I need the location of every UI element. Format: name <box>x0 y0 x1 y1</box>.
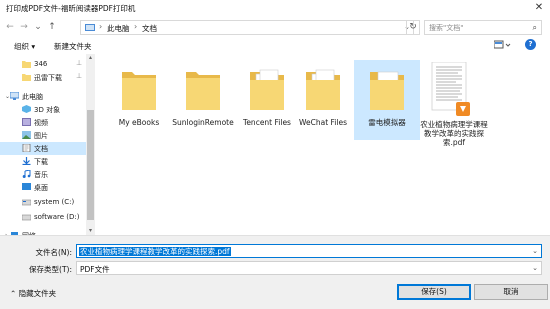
chevron-down-icon[interactable]: ⌄ <box>532 264 538 272</box>
sidebar-item-music[interactable]: 音乐 <box>0 168 86 181</box>
breadcrumb-separator: › <box>134 22 138 31</box>
sidebar-item-label: 3D 对象 <box>34 106 61 114</box>
drive-icon <box>22 214 31 221</box>
file-list: My eBooks SunloginRemote Tencent Files W… <box>96 54 548 236</box>
folder-icon <box>370 71 404 110</box>
pin-icon: ⊥ <box>76 72 83 80</box>
folder-item-leidian-emulator[interactable]: 雷电模拟器 <box>354 60 420 140</box>
scrollbar-thumb[interactable] <box>87 110 94 220</box>
hide-folders-label: 隐藏文件夹 <box>18 289 57 298</box>
title-bar: 打印成PDF文件-福昕阅读器PDF打印机 ✕ <box>0 0 550 17</box>
back-icon[interactable]: ← <box>4 21 16 34</box>
recent-locations-icon[interactable]: ⌄ <box>32 21 44 34</box>
folder-item-sunloginremote[interactable]: SunloginRemote <box>170 60 236 140</box>
sidebar-item-label: 文档 <box>34 145 48 153</box>
folder-icon <box>250 69 284 110</box>
help-icon[interactable]: ? <box>525 39 536 50</box>
breadcrumb-documents[interactable]: 文档 <box>142 23 157 34</box>
filetype-value: PDF文件 <box>80 265 110 274</box>
search-box[interactable]: ⌕ <box>424 20 542 35</box>
sidebar-item-label: software (D:) <box>34 213 80 221</box>
documents-icon <box>22 144 31 152</box>
pin-icon: ⊥ <box>76 59 83 67</box>
navigation-pane: 346 ⊥ 迅雷下载 ⊥ ⌄ 此电脑 3D 对象 视频 图片 文档 下载 音乐 … <box>0 54 96 236</box>
folder-icon <box>22 74 31 81</box>
sidebar-item-system-c[interactable]: system (C:) <box>0 196 86 209</box>
address-bar[interactable]: › 此电脑 › 文档 ⌄ <box>80 20 414 35</box>
download-icon <box>22 157 31 165</box>
item-name: WeChat Files <box>299 118 347 127</box>
sidebar-item-label: 桌面 <box>34 184 48 192</box>
filename-field[interactable]: 农业植物病理学课程教学改革的实践探索.pdf ⌄ <box>76 244 542 258</box>
sidebar-scrollbar[interactable]: ▴ ▾ <box>86 54 95 236</box>
sidebar-item-label: 346 <box>34 60 48 68</box>
item-name: 雷电模拟器 <box>368 118 406 127</box>
view-options-icon[interactable] <box>493 40 512 50</box>
sidebar-item-label: 图片 <box>34 132 48 140</box>
folder-icon <box>186 72 220 110</box>
window-title: 打印成PDF文件-福昕阅读器PDF打印机 <box>6 4 136 13</box>
breadcrumb-this-pc[interactable]: 此电脑 <box>107 23 130 34</box>
scroll-up-icon[interactable]: ▴ <box>86 54 95 63</box>
sidebar-item-desktop[interactable]: 桌面 <box>0 181 86 194</box>
drive-icon <box>22 199 31 206</box>
sidebar-item-label: 视频 <box>34 119 48 127</box>
sidebar-item-downloads[interactable]: 下载 <box>0 155 86 168</box>
sidebar-item-software-d[interactable]: software (D:) <box>0 211 86 224</box>
up-icon[interactable]: ↑ <box>46 21 58 34</box>
pdf-file-item[interactable]: 农业植物病理学课程教学改革的实践探索.pdf <box>418 60 490 147</box>
sidebar-item-label: system (C:) <box>34 198 75 206</box>
item-name: 农业植物病理学课程教学改革的实践探索.pdf <box>420 120 488 147</box>
breadcrumb-separator: › <box>99 22 103 31</box>
filetype-select[interactable]: PDF文件 ⌄ <box>76 261 542 275</box>
save-button[interactable]: 保存(S) <box>397 284 471 300</box>
3d-objects-icon <box>22 105 31 113</box>
filename-value[interactable]: 农业植物病理学课程教学改革的实践探索.pdf <box>79 247 231 256</box>
hide-folders-toggle[interactable]: ⌃ 隐藏文件夹 <box>10 288 56 299</box>
sidebar-item-label: 此电脑 <box>22 93 43 101</box>
item-name: SunloginRemote <box>172 118 234 127</box>
save-options-panel: 文件名(N): 农业植物病理学课程教学改革的实践探索.pdf ⌄ 保存类型(T)… <box>0 235 550 309</box>
close-icon[interactable]: ✕ <box>532 1 546 15</box>
search-icon[interactable]: ⌕ <box>533 23 537 33</box>
sidebar-item-xunlei-download[interactable]: 迅雷下载 ⊥ <box>0 71 86 84</box>
new-folder-button[interactable]: 新建文件夹 <box>54 41 92 52</box>
sidebar-item-documents[interactable]: 文档 <box>0 142 86 155</box>
desktop-icon <box>22 183 31 190</box>
sidebar-item-label: 下载 <box>34 158 48 166</box>
cancel-button[interactable]: 取消 <box>474 284 548 300</box>
filename-label: 文件名(N): <box>35 248 73 257</box>
computer-icon <box>10 92 19 100</box>
sidebar-item-label: 迅雷下载 <box>34 74 62 82</box>
navigation-bar: ← → ⌄ ↑ › 此电脑 › 文档 ⌄ ↻ ⌕ <box>0 17 550 38</box>
chevron-up-icon: ⌃ <box>10 289 17 298</box>
folder-icon <box>122 72 156 110</box>
search-input[interactable] <box>429 22 525 34</box>
organize-button[interactable]: 组织 ▾ <box>14 41 35 52</box>
folder-icon <box>22 61 31 68</box>
refresh-icon[interactable]: ↻ <box>406 20 420 35</box>
item-name: My eBooks <box>118 118 160 127</box>
video-icon <box>22 118 31 126</box>
music-icon <box>22 170 31 178</box>
pdf-document-icon <box>431 62 470 116</box>
folder-item-wechat-files[interactable]: WeChat Files <box>290 60 356 140</box>
pictures-icon <box>22 131 31 139</box>
forward-icon[interactable]: → <box>18 21 30 34</box>
computer-icon <box>85 24 95 31</box>
folder-item-my-ebooks[interactable]: My eBooks <box>106 60 172 140</box>
command-toolbar: 组织 ▾ 新建文件夹 ? <box>0 38 550 53</box>
chevron-down-icon[interactable]: ⌄ <box>532 247 538 255</box>
sidebar-item-3d-objects[interactable]: 3D 对象 <box>0 103 86 116</box>
sidebar-item-label: 音乐 <box>34 171 48 179</box>
sidebar-item-346[interactable]: 346 ⊥ <box>0 58 86 71</box>
folder-icon <box>306 69 340 110</box>
sidebar-item-this-pc[interactable]: 此电脑 <box>0 90 86 103</box>
sidebar-item-videos[interactable]: 视频 <box>0 116 86 129</box>
filetype-label: 保存类型(T): <box>29 265 72 274</box>
sidebar-item-pictures[interactable]: 图片 <box>0 129 86 142</box>
